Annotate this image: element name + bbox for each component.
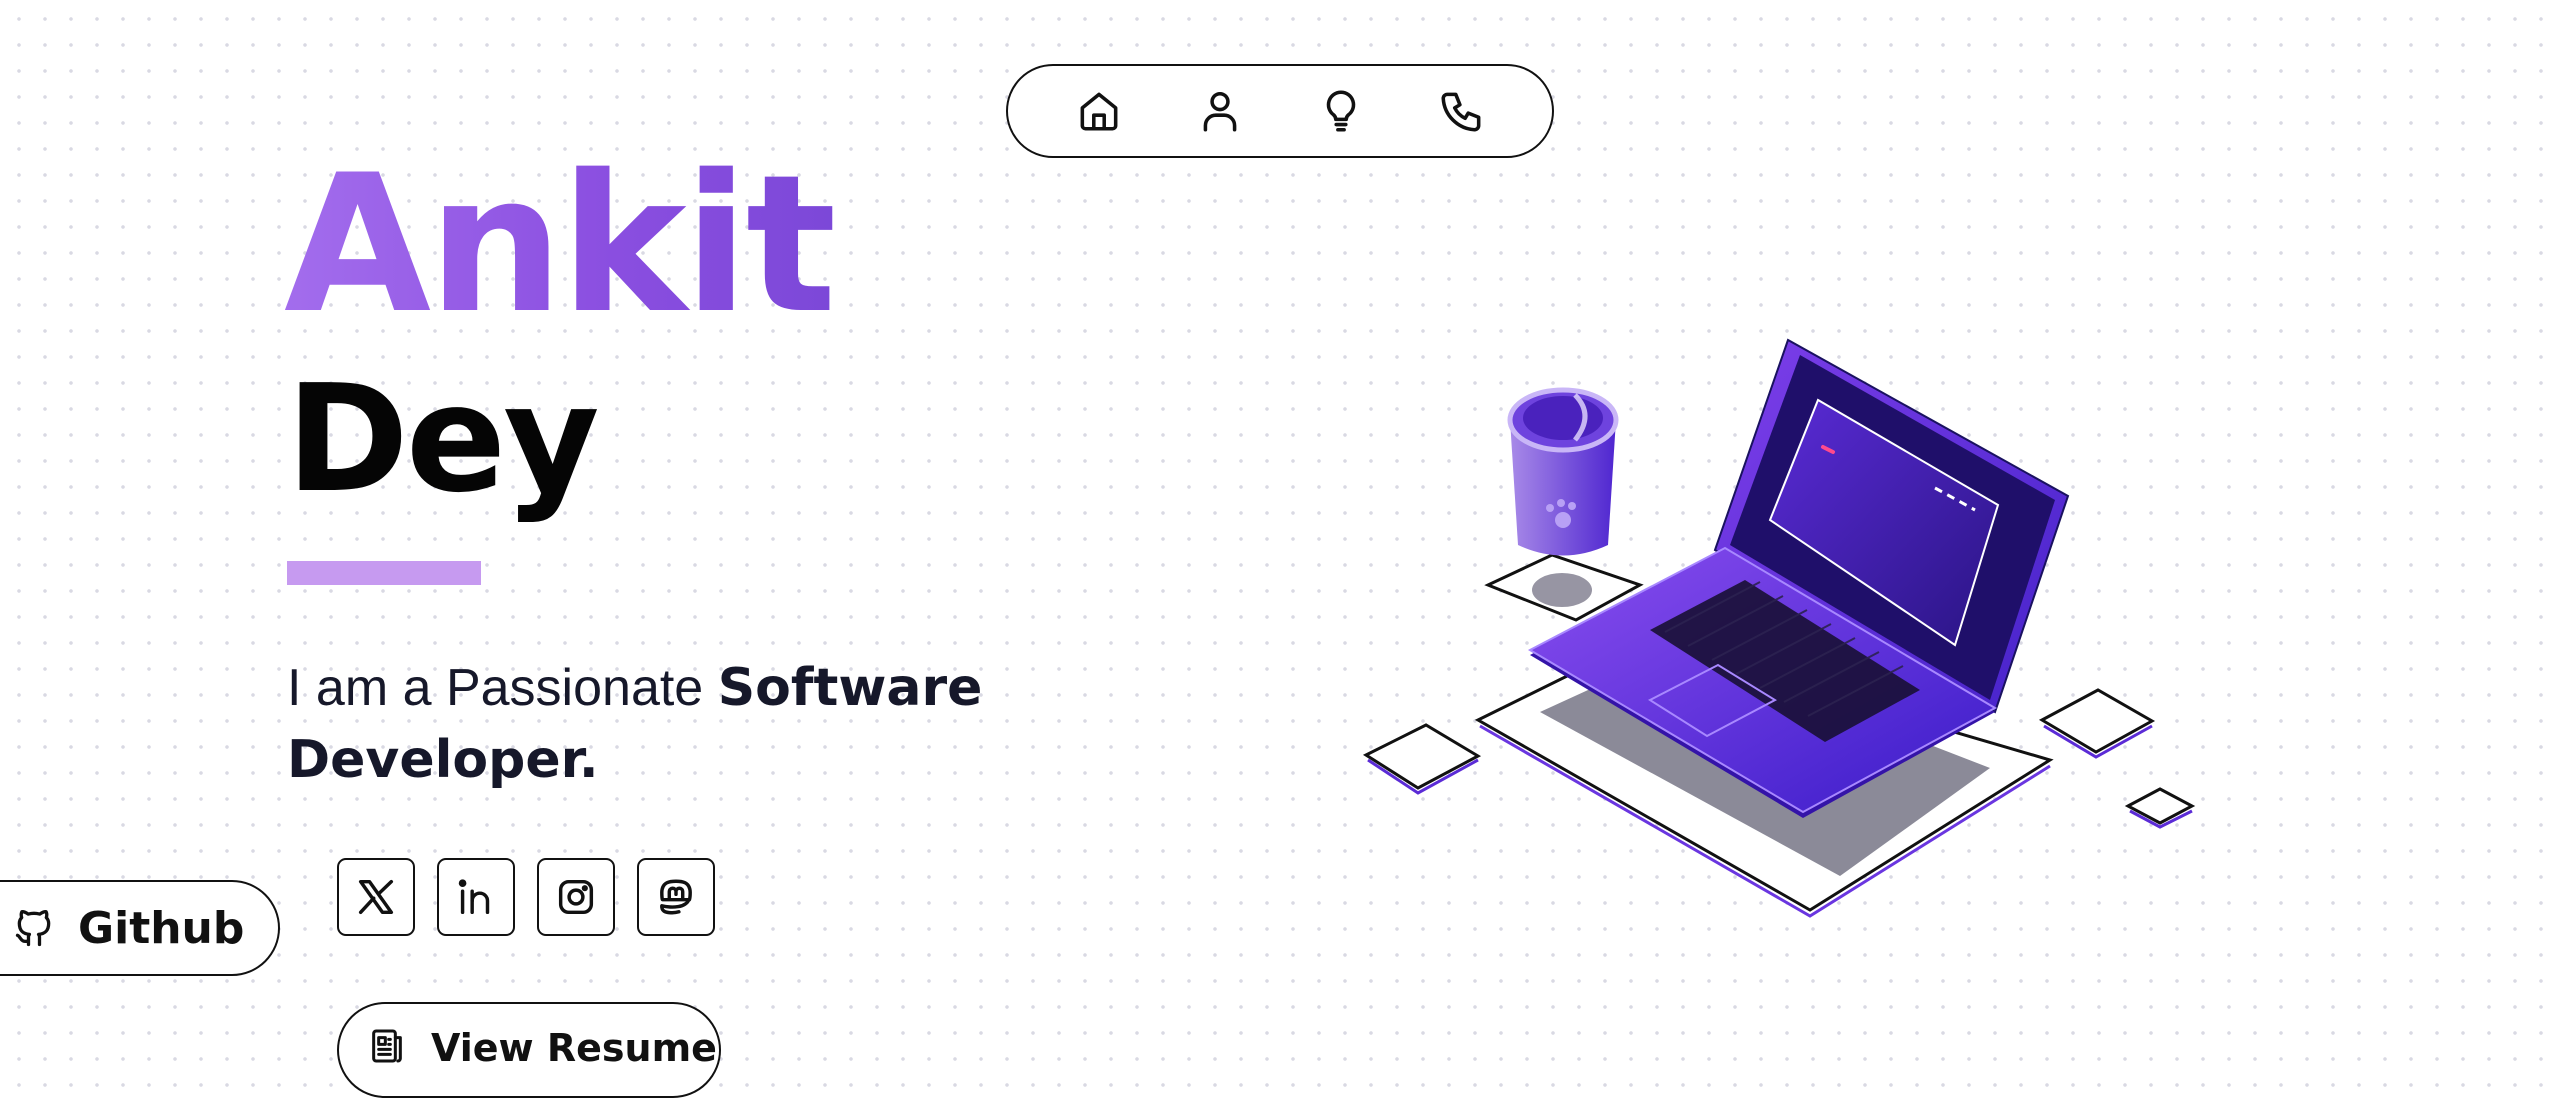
view-resume-button[interactable]: View Resume bbox=[337, 1002, 721, 1098]
home-icon bbox=[1080, 92, 1117, 131]
diamond-right bbox=[2038, 688, 2156, 759]
user-icon bbox=[1203, 91, 1236, 132]
github-label: Github bbox=[78, 902, 245, 954]
mastodon-link[interactable] bbox=[637, 858, 715, 936]
coffee-cup bbox=[1507, 387, 1619, 556]
instagram-link[interactable] bbox=[537, 858, 615, 936]
hero-tagline: I am a Passionate Software Developer. bbox=[287, 652, 1047, 796]
diamond-left bbox=[1362, 723, 1482, 795]
github-button[interactable]: Github bbox=[0, 880, 280, 976]
linkedin-link[interactable] bbox=[437, 858, 515, 936]
x-icon bbox=[358, 879, 394, 915]
diamond-small bbox=[2124, 787, 2196, 829]
hero-last-name: Dey bbox=[286, 353, 600, 525]
document-icon bbox=[372, 1029, 402, 1063]
view-resume-label: View Resume bbox=[431, 1026, 717, 1070]
nav-projects-link[interactable] bbox=[1306, 76, 1376, 146]
hero-first-name: Ankit bbox=[284, 134, 837, 355]
x-link[interactable] bbox=[337, 858, 415, 936]
github-icon bbox=[15, 909, 51, 947]
social-links bbox=[337, 858, 715, 936]
nav-about-link[interactable] bbox=[1185, 76, 1255, 146]
accent-underline bbox=[287, 561, 481, 585]
instagram-icon bbox=[558, 879, 594, 915]
tagline-intro: I am a Passionate bbox=[287, 659, 718, 717]
linkedin-icon bbox=[458, 879, 490, 915]
nav-contact-link[interactable] bbox=[1427, 76, 1497, 146]
lightbulb-icon bbox=[1326, 90, 1355, 132]
mastodon-icon bbox=[660, 879, 692, 915]
phone-icon bbox=[1440, 92, 1480, 132]
nav-home-link[interactable] bbox=[1064, 76, 1134, 146]
laptop-illustration bbox=[1362, 338, 2196, 918]
main-nav bbox=[1006, 64, 1554, 158]
